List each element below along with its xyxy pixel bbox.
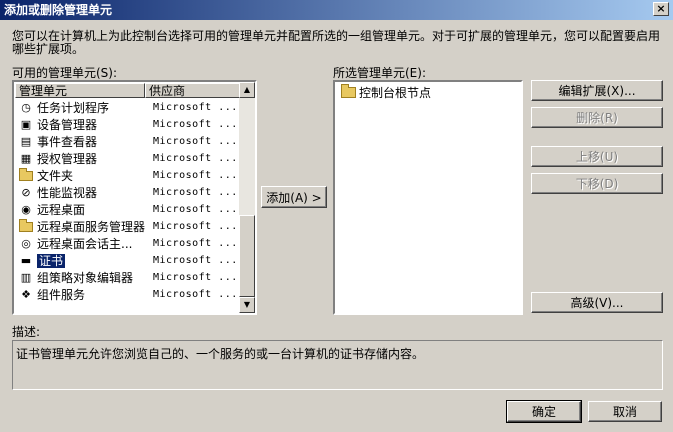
- scroll-thumb[interactable]: [239, 215, 255, 297]
- snapin-vendor: Microsoft ...: [153, 238, 238, 249]
- selected-label: 所选管理单元(E):: [333, 66, 426, 80]
- snapin-vendor: Microsoft ...: [153, 119, 238, 130]
- event-viewer-icon: ▤: [20, 135, 32, 148]
- list-item[interactable]: 远程桌面服务管理器 Microsoft ...: [16, 218, 240, 235]
- snapin-name-cell: 设备管理器: [37, 116, 147, 133]
- available-label: 可用的管理单元(S):: [12, 66, 118, 80]
- device-manager-icon: ▣: [20, 118, 32, 131]
- snapin-vendor: Microsoft ...: [153, 255, 238, 266]
- snapin-vendor: Microsoft ...: [153, 102, 238, 113]
- snapin-name: 事件查看器: [37, 135, 98, 149]
- list-header: 管理单元 供应商: [15, 83, 240, 98]
- tree-node-label: 控制台根节点: [359, 86, 432, 100]
- column-header-snapin[interactable]: 管理单元: [15, 83, 145, 98]
- snapin-name-cell: 授权管理器: [37, 150, 147, 167]
- close-icon: ×: [656, 2, 666, 15]
- description-label: 描述:: [12, 325, 41, 339]
- remove-button[interactable]: 删除(R): [531, 107, 663, 128]
- snapin-name: 文件夹: [37, 169, 74, 183]
- snapin-name: 远程桌面会话主...: [37, 237, 133, 251]
- list-item[interactable]: ❖ 组件服务 Microsoft ...: [16, 286, 240, 303]
- list-item[interactable]: ⊘ 性能监视器 Microsoft ...: [16, 184, 240, 201]
- available-snapins-list[interactable]: 管理单元 供应商 ◷ 任务计划程序 Microsoft ... ▣ 设备管理器 Micro…: [12, 80, 257, 315]
- folder-icon: [341, 84, 356, 98]
- certificate-icon: ▬: [20, 254, 32, 267]
- performance-monitor-icon: ⊘: [21, 186, 31, 199]
- intro-text: 您可以在计算机上为此控制台选择可用的管理单元并配置所选的一组管理单元。对于可扩展…: [12, 29, 661, 56]
- list-item[interactable]: 文件夹 Microsoft ...: [16, 167, 240, 184]
- add-button[interactable]: 添加(A) >: [261, 186, 327, 208]
- snapin-vendor: Microsoft ...: [153, 221, 238, 232]
- snapin-name: 证书: [37, 254, 66, 268]
- snapin-name-cell: 任务计划程序: [37, 99, 147, 116]
- snapin-name: 任务计划程序: [37, 101, 110, 115]
- snapin-name-cell: 文件夹: [37, 167, 147, 184]
- snapin-name-cell: 性能监视器: [37, 184, 147, 201]
- advanced-button[interactable]: 高级(V)...: [531, 292, 663, 313]
- snapin-name: 远程桌面: [37, 203, 86, 217]
- list-item[interactable]: ▤ 事件查看器 Microsoft ...: [16, 133, 240, 150]
- authorization-icon: ▦: [20, 152, 32, 165]
- edit-extensions-button[interactable]: 编辑扩展(X)...: [531, 80, 663, 101]
- close-button[interactable]: ×: [653, 2, 669, 16]
- snapin-name-cell: 组件服务: [37, 286, 147, 303]
- folder-icon: [18, 218, 34, 234]
- scroll-down-button[interactable]: ▼: [239, 297, 255, 313]
- snapin-name-cell: 事件查看器: [37, 133, 147, 150]
- snapin-vendor: Microsoft ...: [153, 153, 238, 164]
- move-down-button[interactable]: 下移(D): [531, 173, 663, 194]
- group-policy-icon: ▥: [20, 271, 32, 284]
- list-item[interactable]: ▣ 设备管理器 Microsoft ...: [16, 116, 240, 133]
- snapin-name: 远程桌面服务管理器: [37, 220, 146, 234]
- snapin-name: 授权管理器: [37, 152, 98, 166]
- snapin-name-cell: 远程桌面: [37, 201, 147, 218]
- folder-icon: [18, 167, 34, 183]
- snapin-name-cell: 远程桌面服务管理器: [37, 218, 147, 235]
- snapin-vendor: Microsoft ...: [153, 136, 238, 147]
- snapin-name-cell: 远程桌面会话主...: [37, 235, 147, 252]
- snapin-name: 组件服务: [37, 288, 86, 302]
- snapin-name: 设备管理器: [37, 118, 98, 132]
- snapin-vendor: Microsoft ...: [153, 187, 238, 198]
- snapin-name-cell: 证书: [37, 252, 147, 269]
- snapin-name: 组策略对象编辑器: [37, 271, 134, 285]
- description-text: 证书管理单元允许您浏览自己的、一个服务的或一台计算机的证书存储内容。: [16, 347, 425, 361]
- window-title: 添加或删除管理单元: [4, 3, 113, 17]
- list-item[interactable]: ▦ 授权管理器 Microsoft ...: [16, 150, 240, 167]
- list-item[interactable]: ▬ 证书 Microsoft ...: [16, 252, 240, 269]
- selected-snapins-tree[interactable]: 控制台根节点: [333, 80, 523, 315]
- column-header-vendor[interactable]: 供应商: [145, 83, 240, 98]
- list-item[interactable]: ◉ 远程桌面 Microsoft ...: [16, 201, 240, 218]
- clock-icon: ◷: [21, 101, 31, 114]
- snapin-vendor: Microsoft ...: [153, 272, 238, 283]
- snapin-name: 性能监视器: [37, 186, 98, 200]
- snapin-vendor: Microsoft ...: [153, 204, 238, 215]
- description-box: 证书管理单元允许您浏览自己的、一个服务的或一台计算机的证书存储内容。: [12, 340, 663, 390]
- vertical-scrollbar[interactable]: ▲ ▼: [239, 82, 255, 313]
- move-up-button[interactable]: 上移(U): [531, 146, 663, 167]
- component-services-icon: ❖: [21, 288, 31, 301]
- snapin-vendor: Microsoft ...: [153, 289, 238, 300]
- ok-button[interactable]: 确定: [506, 400, 582, 423]
- snapin-rows: ◷ 任务计划程序 Microsoft ... ▣ 设备管理器 Microsoft ... ▤…: [16, 99, 240, 303]
- remote-desktop-icon: ◉: [21, 203, 31, 216]
- cancel-button[interactable]: 取消: [588, 401, 662, 422]
- scroll-up-button[interactable]: ▲: [239, 82, 255, 98]
- title-bar: 添加或删除管理单元 ×: [0, 0, 673, 20]
- list-item[interactable]: ▥ 组策略对象编辑器 Microsoft ...: [16, 269, 240, 286]
- session-host-icon: ◎: [21, 237, 31, 250]
- list-item[interactable]: ◎ 远程桌面会话主... Microsoft ...: [16, 235, 240, 252]
- snapin-name-cell: 组策略对象编辑器: [37, 269, 147, 286]
- snapin-vendor: Microsoft ...: [153, 170, 238, 181]
- list-item[interactable]: ◷ 任务计划程序 Microsoft ...: [16, 99, 240, 116]
- tree-node-console-root[interactable]: 控制台根节点: [341, 84, 431, 101]
